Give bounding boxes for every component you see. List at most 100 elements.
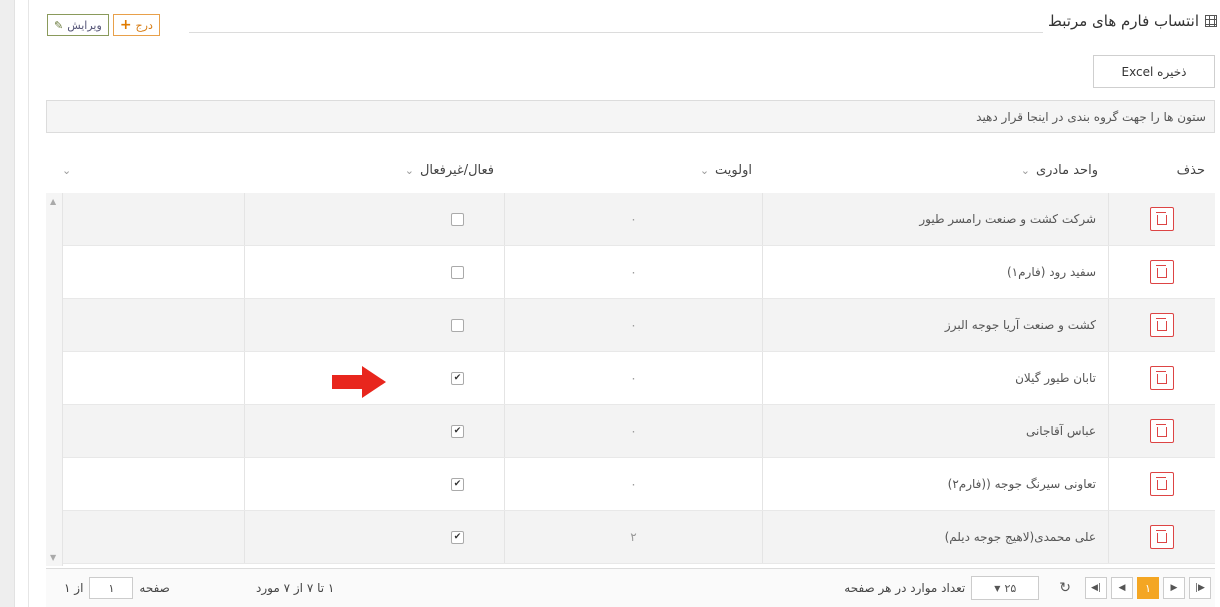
form-panel: انتساب فارم های مرتبط ✎ ویرایش + درج ذخی… [28, 0, 1220, 607]
pager-info: ۱ تا ۷ از ۷ مورد [256, 581, 335, 595]
red-arrow-icon [332, 366, 386, 398]
trash-icon [1156, 530, 1167, 543]
priority-cell: ۰ [504, 246, 762, 298]
header-actions: ✎ ویرایش + درج [47, 14, 160, 36]
table-row[interactable]: علی محمدی(لاهیج جوجه دیلم) ۲ ✔ [46, 511, 1215, 564]
column-header-active[interactable]: فعال/غیرفعال ⌄ [244, 147, 504, 193]
column-header-delete: حذف [1108, 147, 1215, 193]
trash-icon [1156, 265, 1167, 278]
trash-icon [1156, 318, 1167, 331]
column-header-priority[interactable]: اولویت ⌄ [504, 147, 762, 193]
table-row[interactable]: شرکت کشت و صنعت رامسر طیور ۰ [46, 193, 1215, 246]
active-checkbox[interactable]: ✔ [451, 530, 464, 544]
unit-cell: سفید رود (فارم۱) [762, 246, 1108, 298]
plus-icon: + [119, 17, 132, 33]
delete-button[interactable] [1150, 366, 1174, 390]
delete-cell [1108, 511, 1215, 563]
priority-cell: ۰ [504, 405, 762, 457]
table-row[interactable]: کشت و صنعت آریا جوجه البرز ۰ [46, 299, 1215, 352]
chevron-down-icon[interactable]: ⌄ [62, 164, 71, 177]
column-header-extra[interactable]: ⌄ [46, 147, 244, 193]
table-header: حذف واحد مادری ⌄ اولویت ⌄ فعال/غیرفعال ⌄… [46, 147, 1215, 194]
chevron-down-icon[interactable]: ⌄ [1021, 164, 1030, 177]
column-header-unit[interactable]: واحد مادری ⌄ [762, 147, 1108, 193]
priority-cell: ۰ [504, 352, 762, 404]
insert-button-label: درج [135, 18, 153, 32]
insert-button[interactable]: + درج [112, 14, 160, 36]
delete-button[interactable] [1150, 419, 1174, 443]
table-body: شرکت کشت و صنعت رامسر طیور ۰ سفید رود (ف… [46, 193, 1215, 566]
chevron-down-icon[interactable]: ⌄ [700, 164, 709, 177]
extra-cell [46, 299, 244, 351]
extra-cell [46, 458, 244, 510]
table-row[interactable]: عباس آقاجانی ۰ ✔ [46, 405, 1215, 458]
column-header-active-label: فعال/غیرفعال [419, 162, 494, 178]
trash-icon [1156, 212, 1167, 225]
column-header-priority-label: اولویت [715, 162, 752, 178]
unit-cell: عباس آقاجانی [762, 405, 1108, 457]
delete-button[interactable] [1150, 525, 1174, 549]
active-cell [244, 193, 504, 245]
page-input[interactable]: ۱ [89, 577, 134, 599]
page-size-select[interactable]: ۲۵ ▼ [971, 576, 1040, 600]
active-cell: ✔ [244, 511, 504, 563]
next-page-icon[interactable]: ▶ [1163, 577, 1185, 599]
scroll-up-icon[interactable]: ▲ [50, 197, 56, 206]
group-drop-area[interactable]: ستون ها را جهت گروه بندی در اینجا قرار د… [46, 100, 1215, 133]
left-side-strip [0, 0, 15, 607]
unit-cell: تابان طیور گیلان [762, 352, 1108, 404]
scroll-down-icon[interactable]: ▼ [50, 553, 56, 562]
unit-cell: شرکت کشت و صنعت رامسر طیور [762, 193, 1108, 245]
active-cell: ✔ [244, 458, 504, 510]
priority-cell: ۰ [504, 193, 762, 245]
chevron-down-icon[interactable]: ⌄ [405, 164, 414, 177]
page-size-label: تعداد موارد در هر صفحه [844, 581, 966, 595]
delete-button[interactable] [1150, 207, 1174, 231]
last-page-icon[interactable]: ▶| [1189, 577, 1211, 599]
prev-page-icon[interactable]: ◀ [1111, 577, 1133, 599]
edit-button-label: ویرایش [67, 18, 102, 32]
refresh-icon[interactable]: ↻ [1059, 580, 1071, 596]
chevron-down-icon: ▼ [994, 583, 1001, 593]
unit-cell: تعاونی سیرنگ جوجه ((فارم۲) [762, 458, 1108, 510]
active-checkbox[interactable] [451, 212, 464, 226]
extra-cell [46, 246, 244, 298]
active-checkbox[interactable]: ✔ [451, 477, 464, 491]
page-input-group: صفحه ۱ از ۱ [64, 577, 170, 599]
delete-button[interactable] [1150, 472, 1174, 496]
active-checkbox[interactable] [451, 265, 464, 279]
active-cell: ✔ [244, 405, 504, 457]
excel-export-button[interactable]: ذخیره Excel [1093, 55, 1215, 88]
extra-cell [46, 511, 244, 563]
table-row[interactable]: سفید رود (فارم۱) ۰ [46, 246, 1215, 299]
page-size-value: ۲۵ [1004, 581, 1017, 595]
delete-cell [1108, 352, 1215, 404]
active-checkbox[interactable]: ✔ [451, 371, 464, 385]
delete-button[interactable] [1150, 260, 1174, 284]
title-divider [189, 32, 1043, 33]
unit-cell: کشت و صنعت آریا جوجه البرز [762, 299, 1108, 351]
active-checkbox[interactable]: ✔ [451, 424, 464, 438]
vertical-scrollbar[interactable]: ▲ ▼ [46, 193, 63, 566]
panel-header: انتساب فارم های مرتبط ✎ ویرایش + درج [29, 10, 1220, 40]
unit-cell: علی محمدی(لاهیج جوجه دیلم) [762, 511, 1108, 563]
delete-cell [1108, 458, 1215, 510]
panel-title: انتساب فارم های مرتبط [1048, 12, 1217, 30]
edit-button[interactable]: ✎ ویرایش [47, 14, 109, 36]
active-cell [244, 299, 504, 351]
first-page-icon[interactable]: |◀ [1085, 577, 1107, 599]
page-of-label: از ۱ [64, 581, 84, 595]
trash-icon [1156, 424, 1167, 437]
pager-bar: ▶| ▶ ۱ ◀ |◀ ↻ ۲۵ ▼ تعداد موارد در هر صفح… [46, 568, 1215, 607]
current-page-button[interactable]: ۱ [1137, 577, 1159, 599]
delete-cell [1108, 193, 1215, 245]
trash-icon [1156, 371, 1167, 384]
trash-icon [1156, 477, 1167, 490]
priority-cell: ۰ [504, 299, 762, 351]
delete-button[interactable] [1150, 313, 1174, 337]
extra-cell [46, 193, 244, 245]
table-row[interactable]: تابان طیور گیلان ۰ ✔ [46, 352, 1215, 405]
table-row[interactable]: تعاونی سیرنگ جوجه ((فارم۲) ۰ ✔ [46, 458, 1215, 511]
extra-cell [46, 405, 244, 457]
active-checkbox[interactable] [451, 318, 464, 332]
